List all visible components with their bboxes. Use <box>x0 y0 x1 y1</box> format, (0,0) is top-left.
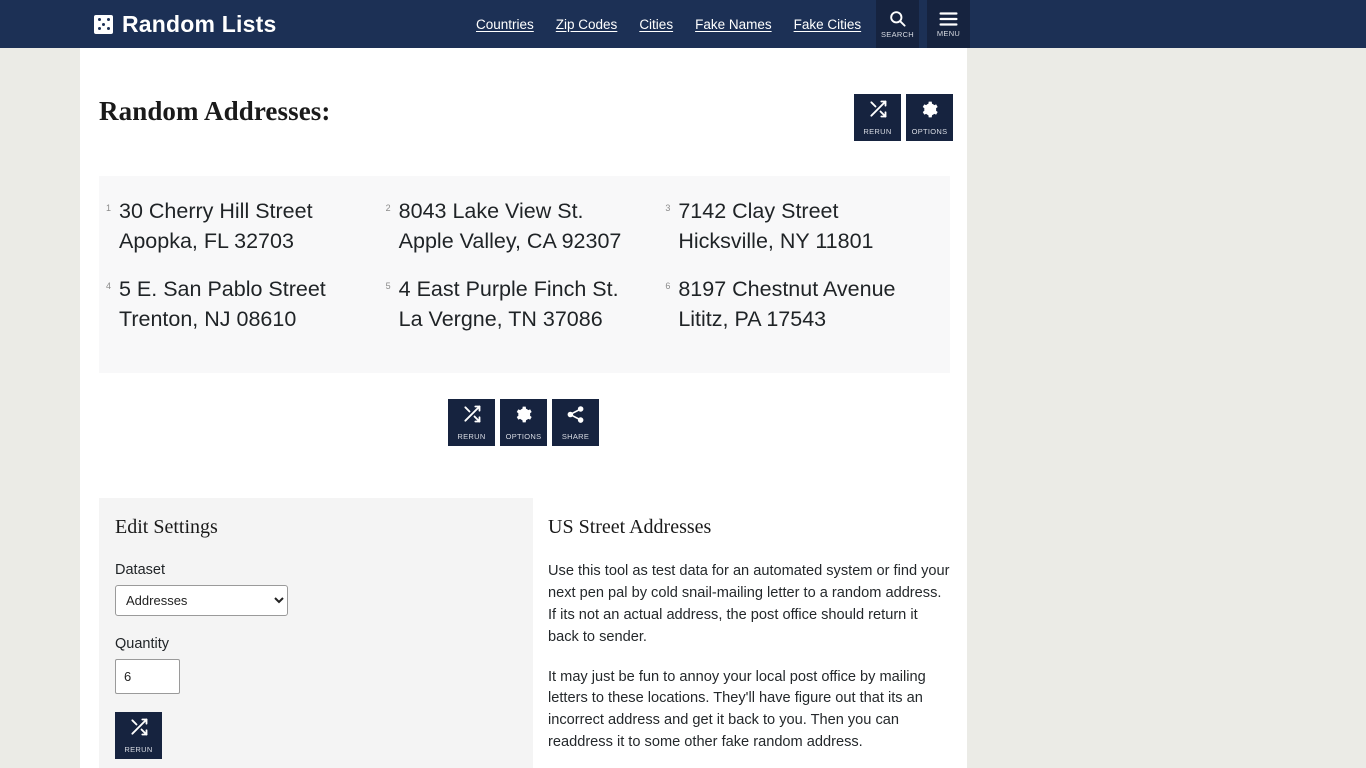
result-street: 30 Cherry Hill Street <box>119 199 313 223</box>
quantity-label: Quantity <box>115 636 169 652</box>
mid-action-buttons: RERUN OPTIONS SHARE <box>80 399 967 446</box>
result-number: 1 <box>106 203 112 213</box>
nav-item-cities[interactable]: Cities <box>639 17 673 32</box>
share-button[interactable]: SHARE <box>552 399 599 446</box>
result-citystate: Apopka, FL 32703 <box>119 229 294 254</box>
menu-button-label: MENU <box>936 28 961 38</box>
shuffle-icon <box>462 404 482 429</box>
nav-item-countries[interactable]: Countries <box>476 17 534 32</box>
dataset-select[interactable]: Addresses <box>115 585 288 616</box>
result-address: 4 East Purple Finch St. La Vergne, TN 37… <box>399 274 619 334</box>
result-number: 6 <box>665 281 671 292</box>
rerun-button-settings[interactable]: RERUN <box>115 712 162 759</box>
shuffle-icon <box>129 717 149 742</box>
result-address: 8197 Chestnut Avenue Lititz, PA 17543 <box>678 274 895 334</box>
edit-settings-panel: Edit Settings Dataset Addresses Quantity <box>99 498 533 768</box>
result-number: 3 <box>665 203 671 213</box>
result-item[interactable]: 2 8043 Lake View St. Apple Valley, CA 92… <box>386 196 666 256</box>
results-panel: 1 30 Cherry Hill Street Apopka, FL 32703… <box>99 176 950 373</box>
results-grid: 1 30 Cherry Hill Street Apopka, FL 32703… <box>99 196 950 334</box>
brand-logo[interactable]: Random Lists <box>94 0 276 48</box>
edit-settings-heading: Edit Settings <box>115 516 218 538</box>
top-action-buttons: RERUN OPTIONS <box>854 94 953 141</box>
site-header: Random Lists Countries Zip Codes Cities … <box>0 0 1366 48</box>
menu-button[interactable]: MENU <box>927 0 970 48</box>
lower-section: Edit Settings Dataset Addresses Quantity <box>99 498 950 768</box>
result-item[interactable]: 4 5 E. San Pablo Street Trenton, NJ 0861… <box>106 274 386 334</box>
search-button[interactable]: SEARCH <box>876 0 919 48</box>
rerun-button-mid-label: RERUN <box>457 432 486 441</box>
header-buttons: SEARCH MENU <box>876 0 970 48</box>
nav-item-zip-codes[interactable]: Zip Codes <box>556 17 618 32</box>
result-item[interactable]: 5 4 East Purple Finch St. La Vergne, TN … <box>386 274 666 334</box>
result-citystate: La Vergne, TN 37086 <box>398 307 603 332</box>
result-number: 5 <box>385 281 391 292</box>
result-item[interactable]: 1 30 Cherry Hill Street Apopka, FL 32703 <box>106 196 386 256</box>
result-address: 5 E. San Pablo Street Trenton, NJ 08610 <box>119 274 326 334</box>
article-panel: US Street Addresses Use this tool as tes… <box>533 498 950 768</box>
rerun-button-settings-label: RERUN <box>124 745 153 754</box>
dice-icon <box>94 14 113 34</box>
result-address: 30 Cherry Hill Street Apopka, FL 32703 <box>119 196 313 256</box>
search-button-label: SEARCH <box>880 30 915 39</box>
quantity-input[interactable] <box>115 659 180 694</box>
search-icon <box>888 9 907 28</box>
options-button-mid[interactable]: OPTIONS <box>500 399 547 446</box>
result-street: 8043 Lake View St. <box>398 199 584 223</box>
brand-title: Random Lists <box>122 10 277 37</box>
result-address: 7142 Clay Street Hicksville, NY 11801 <box>678 196 873 256</box>
result-item[interactable]: 6 8197 Chestnut Avenue Lititz, PA 17543 <box>665 274 945 334</box>
result-street: 4 East Purple Finch St. <box>398 277 619 302</box>
result-street: 5 E. San Pablo Street <box>119 277 326 302</box>
rerun-button-top[interactable]: RERUN <box>854 94 901 141</box>
article-heading: US Street Addresses <box>548 516 712 538</box>
result-citystate: Trenton, NJ 08610 <box>119 307 297 332</box>
title-row: Random Addresses: RERUN OPTIONS <box>80 48 967 148</box>
dataset-label: Dataset <box>115 562 165 578</box>
rerun-button-mid[interactable]: RERUN <box>448 399 495 446</box>
article-paragraph-2: It may just be fun to annoy your local p… <box>548 668 926 751</box>
result-address: 8043 Lake View St. Apple Valley, CA 9230… <box>399 196 622 256</box>
shuffle-icon <box>868 99 888 124</box>
page-container: Random Addresses: RERUN OPTIONS 1 30 Che… <box>80 48 967 768</box>
result-citystate: Lititz, PA 17543 <box>678 307 827 332</box>
options-button-top[interactable]: OPTIONS <box>906 94 953 141</box>
nav-item-fake-cities[interactable]: Fake Cities <box>794 17 862 32</box>
share-icon <box>566 405 585 429</box>
gear-icon <box>920 100 939 124</box>
options-button-top-label: OPTIONS <box>911 126 948 136</box>
result-number: 4 <box>106 281 112 292</box>
hamburger-icon <box>939 11 958 27</box>
rerun-button-top-label: RERUN <box>863 127 892 136</box>
nav-item-fake-names[interactable]: Fake Names <box>695 17 772 32</box>
result-item[interactable]: 3 7142 Clay Street Hicksville, NY 11801 <box>665 196 945 256</box>
result-citystate: Apple Valley, CA 92307 <box>398 229 622 254</box>
page-title: Random Addresses: <box>99 96 331 126</box>
share-button-label: SHARE <box>561 431 590 441</box>
options-button-mid-label: OPTIONS <box>505 431 542 441</box>
result-street: 8197 Chestnut Avenue <box>678 277 896 302</box>
main-nav: Countries Zip Codes Cities Fake Names Fa… <box>476 0 861 48</box>
result-number: 2 <box>385 203 391 213</box>
result-street: 7142 Clay Street <box>678 199 839 223</box>
gear-icon <box>514 405 533 429</box>
result-citystate: Hicksville, NY 11801 <box>678 229 874 254</box>
article-paragraph-1: Use this tool as test data for an automa… <box>548 563 950 645</box>
